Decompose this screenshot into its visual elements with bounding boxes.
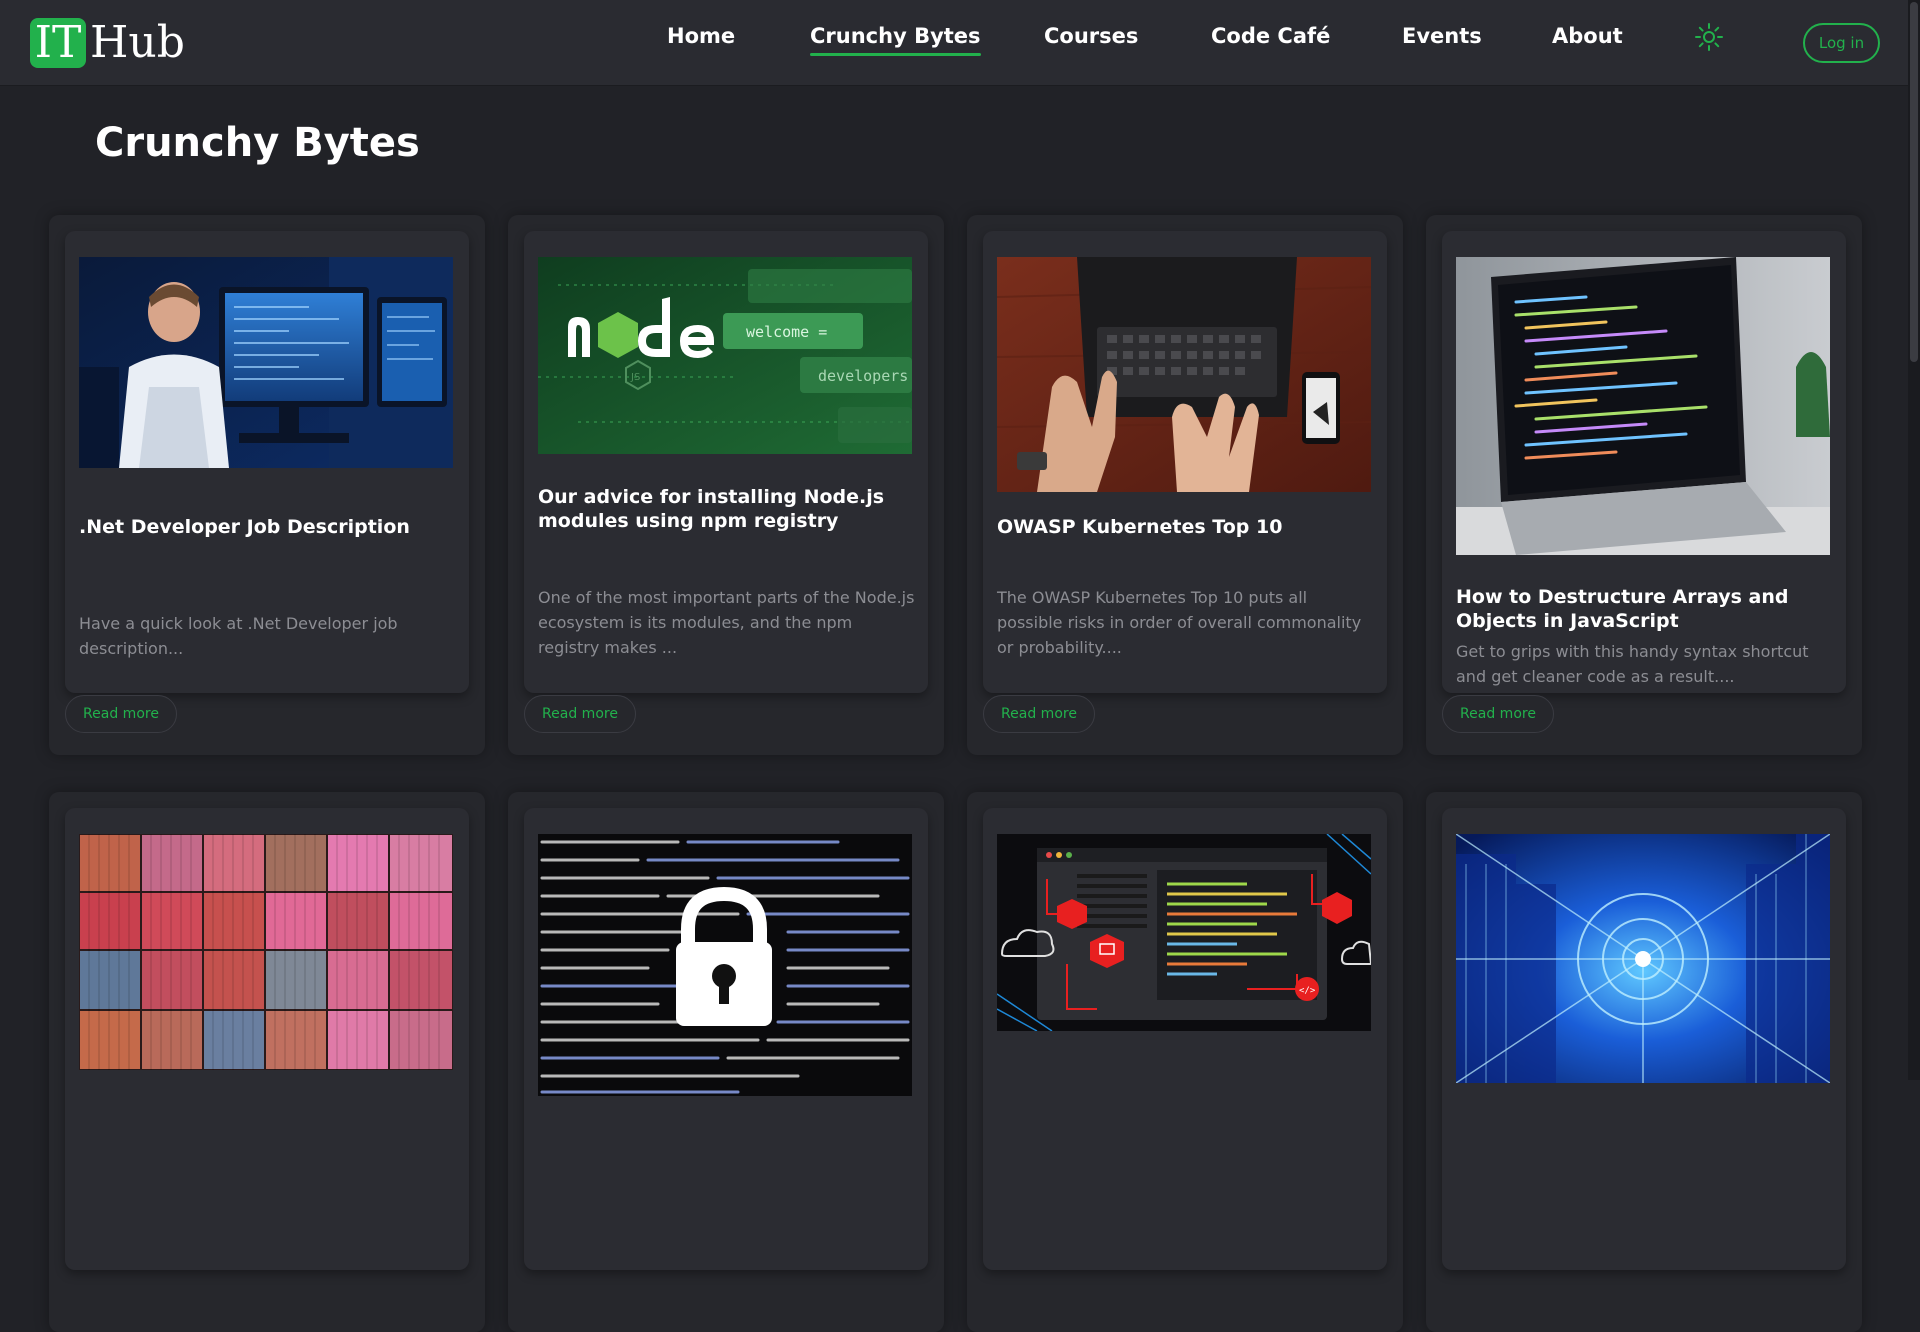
article-image-developer[interactable]: [79, 257, 453, 468]
article-title[interactable]: OWASP Kubernetes Top 10: [997, 515, 1375, 539]
article-description: Have a quick look at .Net Developer job …: [79, 614, 398, 658]
article-card-body[interactable]: </>: [983, 808, 1387, 1270]
article-card-body[interactable]: How to Destructure Arrays and Objects in…: [1442, 231, 1846, 693]
read-more-button[interactable]: Read more: [1442, 695, 1554, 733]
nav-code-cafe[interactable]: Code Café: [1211, 24, 1330, 48]
read-more-button[interactable]: Read more: [524, 695, 636, 733]
nav-links: Home Crunchy Bytes Courses Code Café Eve…: [0, 0, 1908, 86]
article-card: .Net Developer Job Description Have a qu…: [49, 215, 485, 755]
article-card-body[interactable]: OWASP Kubernetes Top 10 The OWASP Kubern…: [983, 231, 1387, 693]
article-image-laptop-desk[interactable]: [997, 257, 1371, 492]
page-title: Crunchy Bytes: [95, 120, 420, 166]
article-card: </>: [967, 792, 1403, 1332]
article-card: [508, 792, 944, 1332]
article-card: [1426, 792, 1862, 1332]
nav-crunchy-bytes[interactable]: Crunchy Bytes: [810, 24, 981, 56]
article-image-devops[interactable]: </>: [997, 834, 1371, 1031]
nav-courses[interactable]: Courses: [1044, 24, 1138, 48]
article-image-tech-city[interactable]: [1456, 834, 1830, 1083]
article-image-nodejs[interactable]: welcome = developers JS: [538, 257, 912, 454]
article-image-code-padlock[interactable]: [538, 834, 912, 1096]
image-text-welcome: welcome =: [746, 323, 827, 341]
read-more-button[interactable]: Read more: [65, 695, 177, 733]
top-navbar: IT Hub Home Crunchy Bytes Courses Code C…: [0, 0, 1908, 86]
article-description: Get to grips with this handy syntax shor…: [1456, 642, 1809, 686]
sun-icon[interactable]: [1694, 22, 1724, 52]
article-title[interactable]: How to Destructure Arrays and Objects in…: [1456, 585, 1834, 633]
read-more-button[interactable]: Read more: [983, 695, 1095, 733]
svg-text:JS: JS: [630, 372, 640, 383]
svg-text:</>: </>: [1299, 986, 1316, 996]
article-card-body[interactable]: [524, 808, 928, 1270]
nav-home[interactable]: Home: [667, 24, 735, 48]
article-image-laptop-code[interactable]: [1456, 257, 1830, 555]
article-card-body[interactable]: welcome = developers JS Our advice for i…: [524, 231, 928, 693]
article-card: How to Destructure Arrays and Objects in…: [1426, 215, 1862, 755]
nav-events[interactable]: Events: [1402, 24, 1482, 48]
page-scrollbar-thumb[interactable]: [1910, 2, 1918, 362]
article-card-body[interactable]: .Net Developer Job Description Have a qu…: [65, 231, 469, 693]
article-card-body[interactable]: [1442, 808, 1846, 1270]
image-text-developers: developers: [818, 367, 908, 385]
article-description: One of the most important parts of the N…: [538, 588, 915, 657]
article-title[interactable]: .Net Developer Job Description: [79, 515, 457, 539]
login-button[interactable]: Log in: [1803, 23, 1880, 63]
article-title[interactable]: Our advice for installing Node.js module…: [538, 485, 916, 533]
article-card-body[interactable]: [65, 808, 469, 1270]
article-card: OWASP Kubernetes Top 10 The OWASP Kubern…: [967, 215, 1403, 755]
article-card: welcome = developers JS Our advice for i…: [508, 215, 944, 755]
article-description: The OWASP Kubernetes Top 10 puts all pos…: [997, 588, 1362, 657]
article-image-containers[interactable]: [79, 834, 453, 1070]
nav-about[interactable]: About: [1552, 24, 1623, 48]
article-card: [49, 792, 485, 1332]
